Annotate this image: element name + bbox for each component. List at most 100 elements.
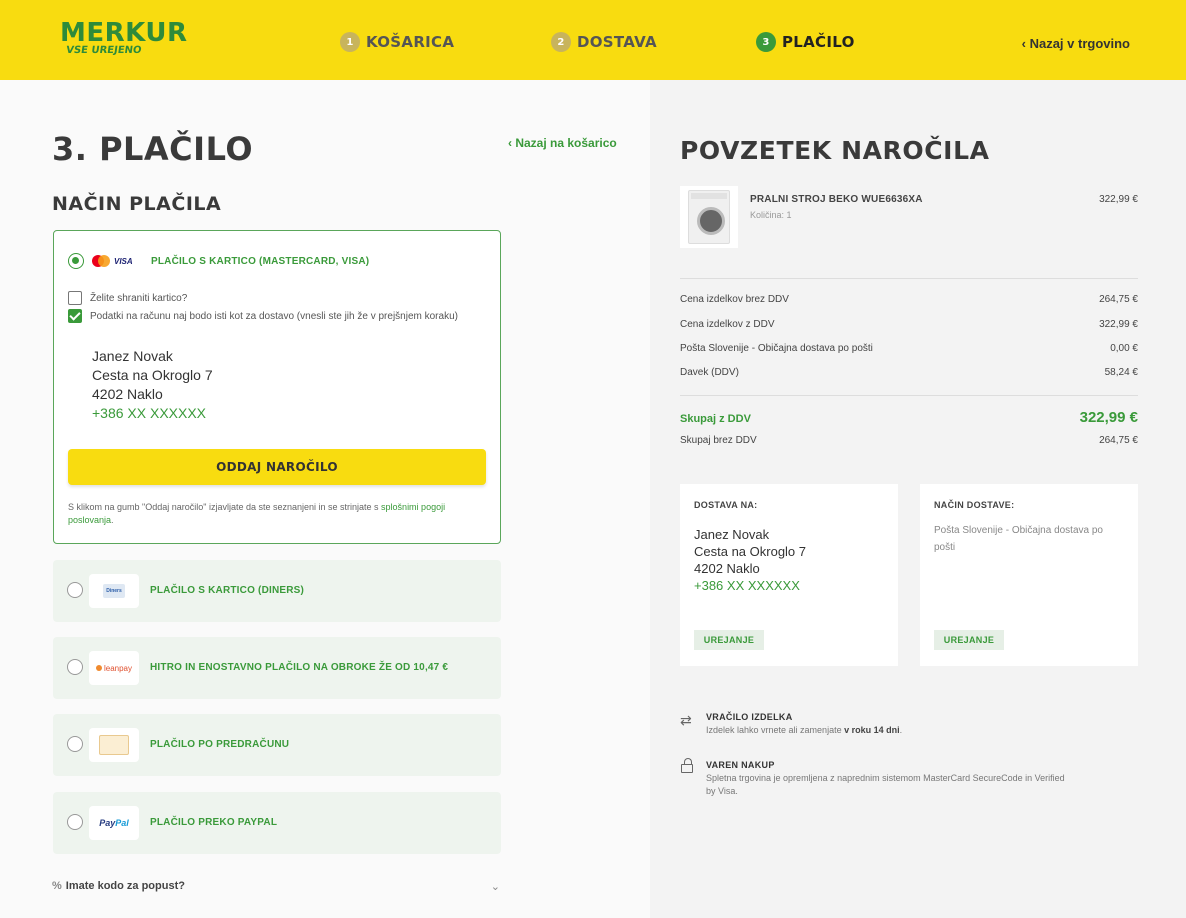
back-to-shop-link[interactable]: ‹ Nazaj v trgovino: [1022, 36, 1130, 51]
total-value: 322,99 €: [1079, 409, 1138, 426]
product-image: [680, 186, 738, 248]
billing-city: 4202 Naklo: [92, 386, 163, 402]
step-number: 2: [551, 32, 571, 52]
leanpay-logo-text: leanpay: [103, 663, 133, 673]
step-number: 1: [340, 32, 360, 52]
row-value: 322,99 €: [1099, 319, 1138, 330]
billing-street: Cesta na Okroglo 7: [92, 367, 213, 383]
row-label: Cena izdelkov z DDV: [680, 319, 775, 330]
leanpay-label: HITRO IN ENOSTAVNO PLAČILO NA OBROKE ŽE …: [150, 662, 449, 673]
delivery-phone: +386 XX XXXXXX: [694, 578, 800, 593]
delivery-address: Janez Novak Cesta na Okroglo 7 4202 Nakl…: [694, 520, 832, 612]
divider: [680, 395, 1138, 396]
save-card-checkbox[interactable]: [68, 291, 82, 305]
card-payment-option: VISA PLAČILO S KARTICO (MASTERCARD, VISA…: [53, 230, 501, 544]
product-name: PRALNI STROJ BEKO WUE6636XA: [750, 194, 923, 205]
paypal-icon: PayPal: [89, 806, 139, 840]
delivery-name: Janez Novak: [694, 527, 770, 542]
row-value: 0,00 €: [1110, 343, 1138, 354]
invoice-payment-option[interactable]: PLAČILO PO PREDRAČUNU: [53, 714, 501, 776]
step-label: PLAČILO: [782, 33, 855, 51]
diners-logo-text: Diners: [103, 584, 125, 598]
discount-label: Imate kodo za popust?: [65, 880, 185, 892]
invoice-label: PLAČILO PO PREDRAČUNU: [150, 739, 290, 750]
return-days: v roku 14 dni: [844, 725, 900, 735]
washing-machine-icon: [688, 190, 730, 244]
terms-text: S klikom na gumb "Oddaj naročilo" izjavl…: [68, 502, 382, 512]
step-cart[interactable]: 1 KOŠARICA: [340, 32, 454, 52]
order-summary-column: POVZETEK NAROČILA PRALNI STROJ BEKO WUE6…: [650, 80, 1186, 918]
billing-address: Janez Novak Cesta na Okroglo 7 4202 Nakl…: [88, 333, 238, 437]
edit-delivery-method-button[interactable]: UREJANJE: [934, 630, 1004, 650]
divider: [680, 278, 1138, 279]
payment-method-title: NAČIN PLAČILA: [52, 193, 222, 215]
row-value: 58,24 €: [1104, 367, 1138, 378]
paypal-logo-text: Pay: [99, 818, 116, 828]
delivery-method-card: NAČIN DOSTAVE: Pošta Slovenije - Običajn…: [920, 484, 1138, 666]
visa-text: VISA: [114, 256, 133, 266]
diners-icon: Diners: [89, 574, 139, 608]
terms-notice: S klikom na gumb "Oddaj naročilo" izjavl…: [68, 501, 488, 527]
total-label: Skupaj brez DDV: [680, 435, 757, 446]
page-title: 3. PLAČILO: [52, 130, 254, 168]
step-delivery[interactable]: 2 DOSTAVA: [551, 32, 657, 52]
delivery-method-title: NAČIN DOSTAVE:: [934, 500, 1015, 510]
step-label: DOSTAVA: [577, 33, 657, 51]
return-text-end: .: [899, 725, 903, 735]
delivery-city: 4202 Naklo: [694, 561, 760, 576]
header: MERKUR VSE UREJENO 1 KOŠARICA 2 DOSTAVA …: [0, 0, 1186, 80]
leanpay-radio[interactable]: [67, 659, 83, 675]
row-value: 264,75 €: [1099, 294, 1138, 305]
logo-tagline: VSE UREJENO: [65, 45, 143, 56]
leanpay-icon: leanpay: [89, 651, 139, 685]
delivery-method-text: Pošta Slovenije - Običajna dostava po po…: [934, 525, 1103, 553]
billing-name: Janez Novak: [92, 348, 173, 364]
diners-payment-option[interactable]: Diners PLAČILO S KARTICO (DINERS): [53, 560, 501, 622]
return-title: VRAČILO IZDELKA: [706, 712, 793, 722]
leanpay-payment-option[interactable]: leanpay HITRO IN ENOSTAVNO PLAČILO NA OB…: [53, 637, 501, 699]
logo-text: MERKUR: [60, 18, 188, 48]
terms-end: .: [111, 515, 114, 525]
return-text: Izdelek lahko vrnete ali zamenjate v rok…: [706, 724, 1066, 737]
secure-text: Spletna trgovina je opremljena z napredn…: [706, 773, 1065, 796]
total-label: Skupaj z DDV: [680, 413, 751, 425]
mastercard-visa-icon: VISA: [92, 251, 138, 271]
edit-delivery-address-button[interactable]: UREJANJE: [694, 630, 764, 650]
product-quantity: Količina: 1: [750, 210, 792, 220]
save-card-label: Želite shraniti kartico?: [90, 293, 188, 304]
diners-label: PLAČILO S KARTICO (DINERS): [150, 585, 305, 596]
step-label: KOŠARICA: [366, 33, 455, 51]
invoice-radio[interactable]: [67, 736, 83, 752]
summary-title: POVZETEK NAROČILA: [680, 136, 990, 165]
discount-code-toggle[interactable]: % Imate kodo za popust? ⌄: [52, 880, 500, 893]
payment-column: 3. PLAČILO ‹ Nazaj na košarico NAČIN PLA…: [0, 80, 650, 918]
step-payment: 3 PLAČILO: [756, 32, 855, 52]
delivery-address-card: DOSTAVA NA: Janez Novak Cesta na Okroglo…: [680, 484, 898, 666]
percent-icon: %: [52, 880, 62, 892]
row-label: Cena izdelkov brez DDV: [680, 294, 789, 305]
row-label: Davek (DDV): [680, 367, 739, 378]
return-text-main: Izdelek lahko vrnete ali zamenjate: [706, 725, 845, 735]
chevron-down-icon: ⌄: [490, 881, 500, 893]
step-number: 3: [756, 32, 776, 52]
paypal-logo-text2: Pal: [115, 818, 129, 828]
card-payment-radio[interactable]: [68, 253, 84, 269]
product-price: 322,99 €: [1099, 194, 1138, 205]
diners-radio[interactable]: [67, 582, 83, 598]
same-as-delivery-label: Podatki na računu naj bodo isti kot za d…: [90, 311, 458, 322]
billing-phone: +386 XX XXXXXX: [92, 405, 207, 421]
secure-title: VAREN NAKUP: [706, 760, 775, 770]
total-value: 264,75 €: [1099, 435, 1138, 446]
paypal-payment-option[interactable]: PayPal PLAČILO PREKO PAYPAL: [53, 792, 501, 854]
card-payment-label: PLAČILO S KARTICO (MASTERCARD, VISA): [151, 256, 370, 267]
paypal-label: PLAČILO PREKO PAYPAL: [150, 817, 278, 828]
place-order-button[interactable]: ODDAJ NAROČILO: [68, 449, 486, 485]
same-as-delivery-checkbox[interactable]: [68, 309, 82, 323]
delivery-address-title: DOSTAVA NA:: [694, 500, 758, 510]
back-to-cart-link[interactable]: ‹ Nazaj na košarico: [508, 136, 617, 150]
delivery-street: Cesta na Okroglo 7: [694, 544, 807, 559]
row-label: Pošta Slovenije - Običajna dostava po po…: [680, 343, 873, 354]
swap-arrows-icon: ⇄: [680, 712, 692, 728]
paypal-radio[interactable]: [67, 814, 83, 830]
merkur-logo[interactable]: MERKUR VSE UREJENO: [60, 20, 187, 56]
